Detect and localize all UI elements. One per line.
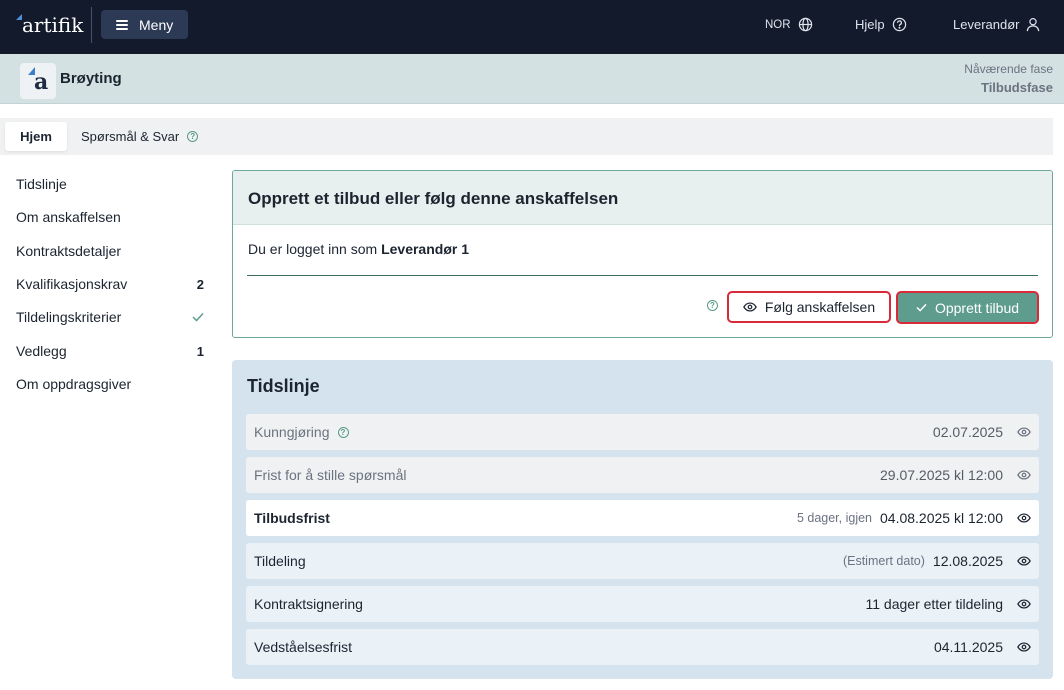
- help-icon[interactable]: ?: [337, 426, 349, 438]
- timeline-row[interactable]: Kunngjøring ? 02.07.2025: [246, 414, 1039, 450]
- hamburger-icon: [116, 19, 128, 30]
- user-label: Leverandør: [953, 17, 1020, 32]
- menu-button[interactable]: Meny: [101, 10, 188, 39]
- eye-icon[interactable]: [1017, 468, 1031, 482]
- card-title: Opprett et tilbud eller følg denne anska…: [233, 171, 1052, 225]
- sidebar-item-label: Kvalifikasjonskrav: [16, 276, 128, 292]
- timeline-label: Tilbudsfrist: [254, 510, 330, 526]
- help-icon[interactable]: ?: [187, 131, 199, 142]
- language-label: NOR: [765, 18, 791, 31]
- timeline-date: 04.08.2025 kl 12:00: [880, 510, 1003, 526]
- follow-procurement-button[interactable]: Følg anskaffelsen: [727, 291, 891, 323]
- sidebar-item-label: Om anskaffelsen: [16, 209, 121, 225]
- follow-label: Følg anskaffelsen: [764, 299, 876, 315]
- divider: [91, 7, 92, 43]
- timeline-row[interactable]: Tilbudsfrist 5 dager, igjen 04.08.2025 k…: [246, 500, 1039, 536]
- action-card: Opprett et tilbud eller følg denne anska…: [232, 170, 1053, 338]
- tab-home[interactable]: Hjem: [5, 122, 67, 151]
- eye-icon[interactable]: [1017, 640, 1031, 654]
- user-icon: [1027, 17, 1040, 32]
- timeline-section: Tidslinje Kunngjøring ? 02.07.2025 Frist…: [232, 360, 1053, 679]
- check-icon: [916, 303, 927, 312]
- help-icon[interactable]: ?: [707, 300, 718, 311]
- timeline-label: Frist for å stille spørsmål: [254, 467, 407, 483]
- procurement-title: Brøyting: [60, 70, 122, 87]
- timeline-row[interactable]: Kontraktsignering 11 dager etter tildeli…: [246, 586, 1039, 622]
- top-navigation-bar: artifik Meny NOR Hjelp Leverandør: [0, 0, 1064, 54]
- phase-value: Tilbudsfase: [980, 80, 1053, 95]
- check-icon: [192, 312, 204, 322]
- help-label: Hjelp: [855, 17, 885, 32]
- timeline-note: (Estimert dato): [842, 554, 925, 568]
- user-menu[interactable]: Leverandør: [953, 17, 1040, 32]
- sidebar-item-label: Vedlegg: [16, 343, 67, 359]
- sidebar-item-attachments[interactable]: Vedlegg 1: [16, 341, 204, 361]
- logged-in-user: Leverandør 1: [381, 241, 470, 257]
- timeline-date: 02.07.2025: [932, 424, 1003, 440]
- timeline-date: 04.11.2025: [933, 639, 1003, 655]
- count-badge: 2: [196, 276, 204, 292]
- eye-icon[interactable]: [1017, 597, 1031, 611]
- timeline-row[interactable]: Vedståelsesfrist 04.11.2025: [246, 629, 1039, 665]
- sidebar-item-label: Om oppdragsgiver: [16, 376, 132, 392]
- timeline-date: 11 dager etter tildeling: [865, 596, 1004, 612]
- sidebar-item-contract-details[interactable]: Kontraktsdetaljer: [16, 241, 204, 261]
- timeline-note: 5 dager, igjen: [796, 511, 872, 525]
- sidebar-item-award-criteria[interactable]: Tildelingskriterier: [16, 307, 204, 327]
- procurement-logo: a: [20, 63, 56, 99]
- divider: [247, 275, 1038, 276]
- create-label: Opprett tilbud: [934, 299, 1020, 316]
- sidebar-item-timeline[interactable]: Tidslinje: [16, 174, 204, 194]
- timeline-title: Tidslinje: [247, 376, 320, 396]
- eye-icon: [743, 302, 757, 312]
- timeline-row[interactable]: Frist for å stille spørsmål 29.07.2025 k…: [246, 457, 1039, 493]
- timeline-date: 12.08.2025: [932, 553, 1003, 569]
- sidebar-item-label: Tildelingskriterier: [16, 309, 122, 325]
- procurement-header: a Brøyting Nåværende fase Tilbudsfase: [0, 54, 1064, 104]
- timeline-date: 29.07.2025 kl 12:00: [880, 467, 1003, 483]
- tab-questions-answers[interactable]: Spørsmål & Svar ?: [81, 122, 199, 151]
- eye-icon[interactable]: [1017, 511, 1031, 525]
- timeline-label: Tildeling: [254, 553, 306, 569]
- globe-icon: [798, 17, 812, 32]
- logged-in-prefix: Du er logget inn som: [248, 241, 378, 257]
- logged-in-text: Du er logget inn som Leverandør 1: [248, 241, 469, 257]
- create-offer-button[interactable]: Opprett tilbud: [896, 291, 1039, 324]
- language-selector[interactable]: NOR: [765, 17, 813, 32]
- app-logo[interactable]: artifik: [22, 13, 83, 37]
- sidebar-item-label: Tidslinje: [16, 176, 67, 192]
- tab-bar: Hjem Spørsmål & Svar ?: [0, 118, 1053, 155]
- count-badge: 1: [196, 343, 204, 359]
- menu-label: Meny: [139, 16, 174, 33]
- timeline-label: Kunngjøring: [254, 424, 330, 440]
- timeline-row[interactable]: Tildeling (Estimert dato) 12.08.2025: [246, 543, 1039, 579]
- question-circle-icon: [892, 17, 906, 32]
- sidebar-item-contracting-authority[interactable]: Om oppdragsgiver: [16, 374, 204, 394]
- timeline-label: Kontraktsignering: [254, 596, 363, 612]
- sidebar-item-label: Kontraktsdetaljer: [16, 243, 122, 259]
- help-link[interactable]: Hjelp: [855, 17, 907, 32]
- sidebar-item-qualification[interactable]: Kvalifikasjonskrav 2: [16, 274, 204, 294]
- logo-letter-icon: a: [34, 69, 49, 95]
- eye-icon[interactable]: [1017, 425, 1031, 439]
- sidebar-item-about[interactable]: Om anskaffelsen: [16, 207, 204, 227]
- eye-icon[interactable]: [1017, 554, 1031, 568]
- tab-label: Spørsmål & Svar: [81, 129, 180, 144]
- timeline-label: Vedståelsesfrist: [254, 639, 353, 655]
- phase-label: Nåværende fase: [964, 62, 1053, 76]
